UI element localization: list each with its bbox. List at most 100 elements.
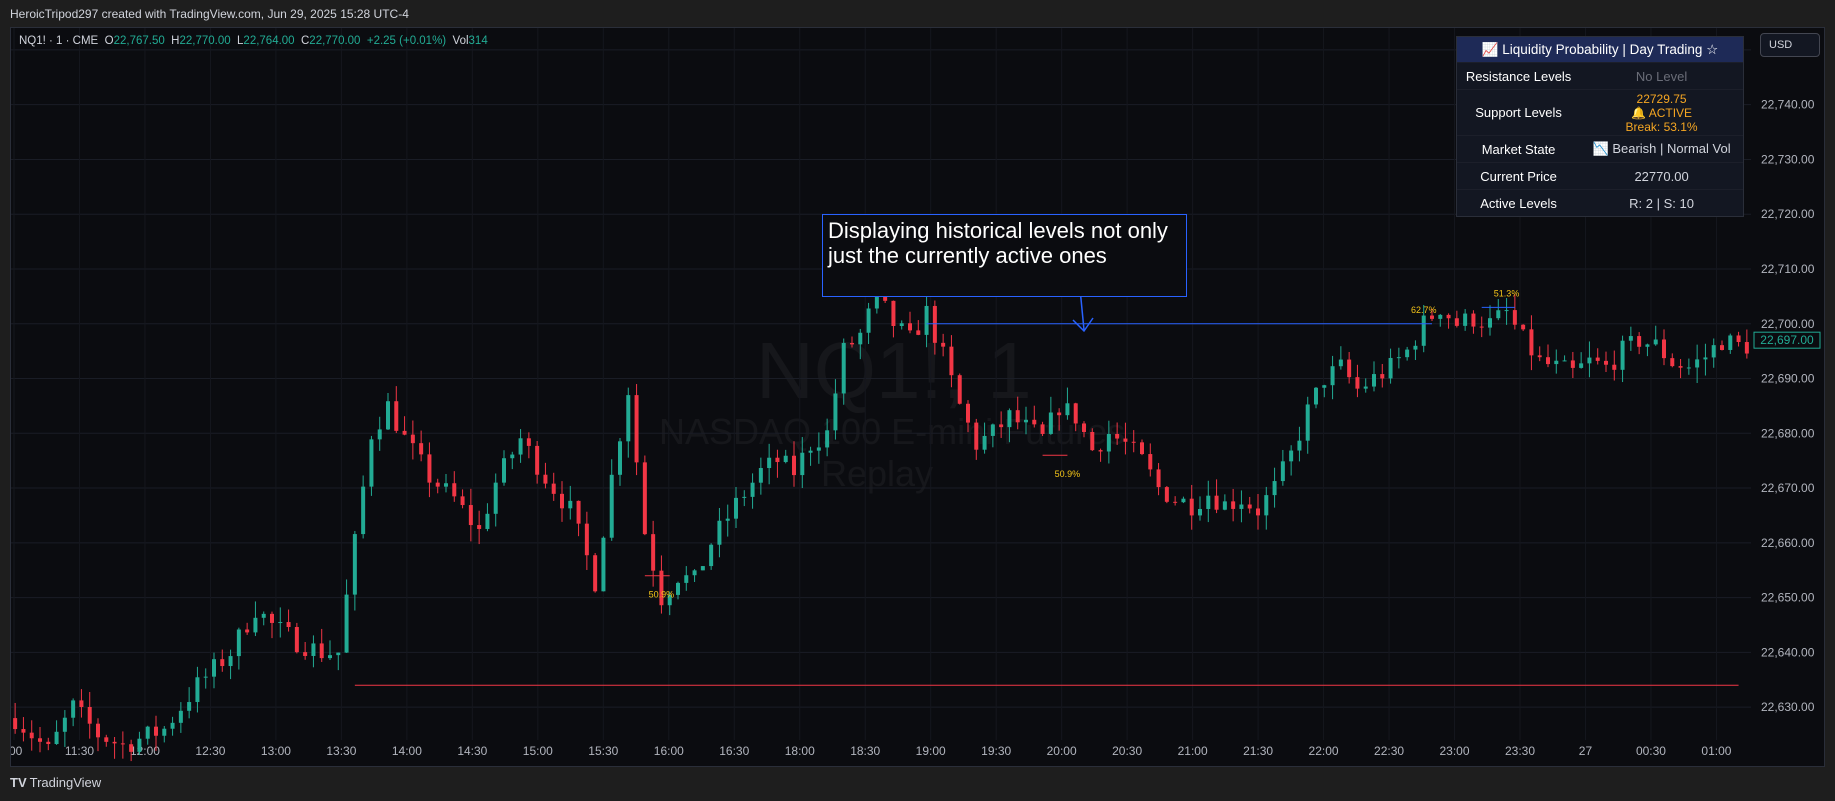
symbol-label[interactable]: NQ1! · 1 · CME (19, 35, 98, 47)
candle-body (1347, 359, 1352, 378)
table-row-active-levels: Active Levels R: 2 | S: 10 (1457, 189, 1743, 216)
candle-body (1156, 469, 1161, 488)
candle-body (145, 726, 150, 739)
candle-body (1330, 366, 1335, 386)
x-tick-label: 01:00 (1701, 744, 1731, 758)
annotation-callout[interactable]: Displaying historical levels not only ju… (822, 214, 1187, 297)
candle-body (361, 486, 366, 535)
support-price: 22729.75 (1636, 91, 1687, 106)
candle-body (104, 737, 109, 742)
candle-body (825, 430, 830, 448)
candle-body (87, 706, 92, 724)
candle-body (38, 738, 42, 742)
candle-body (1214, 495, 1219, 510)
level-probability-label: 50.9% (649, 590, 675, 600)
row-value: No Level (1635, 68, 1688, 84)
x-tick-label: 12:30 (195, 744, 225, 758)
candle-body (1620, 340, 1625, 370)
y-tick-label: 22,630.00 (1761, 700, 1815, 714)
candle-body (1537, 355, 1542, 358)
x-tick-label: 14:00 (392, 744, 422, 758)
x-tick-label: 18:30 (850, 744, 880, 758)
candle-body (700, 566, 705, 571)
candle-body (1471, 313, 1476, 327)
x-tick-label: 16:00 (654, 744, 684, 758)
candle-body (1595, 357, 1600, 361)
candle-body (949, 346, 954, 376)
candle-body (1380, 374, 1385, 379)
candle-body (13, 718, 18, 730)
candle-body (1140, 442, 1144, 455)
candle-body (112, 741, 117, 744)
candle-body (502, 458, 506, 483)
candle-body (468, 505, 473, 526)
y-tick-label: 22,670.00 (1761, 481, 1815, 495)
liquidity-table: 📈 Liquidity Probability | Day Trading ☆ … (1456, 36, 1744, 217)
candle-body (1007, 410, 1012, 428)
high-value: 22,770.00 (179, 35, 231, 47)
candle-body (477, 525, 482, 529)
candle-body (1314, 387, 1318, 405)
row-label: Active Levels (1480, 195, 1557, 211)
x-tick-label: 11:30 (65, 744, 94, 758)
candle-body (535, 445, 540, 475)
candle-body (1115, 433, 1120, 439)
tv-logo-icon: TV (10, 775, 27, 790)
candle-body (1040, 424, 1045, 434)
candle-body (1662, 339, 1666, 359)
candle-body (634, 395, 639, 463)
candle-body (1198, 508, 1202, 516)
candle-body (1488, 318, 1492, 328)
x-tick-label: 22:00 (1309, 744, 1339, 758)
candle-body (328, 655, 332, 659)
candle-body (1123, 438, 1128, 442)
candle-body (767, 457, 772, 469)
candle-body (999, 424, 1004, 428)
candle-body (344, 594, 349, 653)
candle-body (29, 732, 34, 739)
tradingview-logo[interactable]: TV TradingView (10, 775, 101, 790)
candle-body (1711, 345, 1716, 358)
candle-body (1736, 335, 1741, 343)
row-value: 22729.75 🔔 ACTIVE Break: 53.1% (1580, 92, 1743, 134)
candle-body (908, 323, 912, 331)
x-tick-label: 16:30 (719, 744, 749, 758)
candle-body (1264, 495, 1269, 516)
support-status: 🔔 ACTIVE (1631, 105, 1693, 120)
candle-body (584, 523, 589, 556)
candle-body (1355, 377, 1360, 389)
candle-body (1703, 357, 1708, 360)
candle-body (187, 702, 192, 711)
currency-button[interactable]: USD (1760, 33, 1820, 57)
candle-body (1206, 495, 1211, 509)
candle-body (352, 534, 357, 595)
x-tick-label: 22:30 (1374, 744, 1404, 758)
candle-body (137, 738, 142, 752)
candle-body (220, 659, 225, 667)
candle-body (850, 342, 854, 345)
candle-body (1645, 344, 1650, 347)
candle-body (551, 483, 556, 494)
row-value: R: 2 | S: 10 (1629, 195, 1694, 211)
candle-body (609, 474, 614, 538)
row-value: 📉 Bearish | Normal Vol (1592, 141, 1731, 156)
y-tick-label: 22,640.00 (1761, 645, 1815, 659)
y-tick-label: 22,660.00 (1761, 536, 1815, 550)
candle-body (336, 652, 341, 656)
candle-body (1570, 360, 1575, 368)
x-tick-label: 23:00 (1440, 744, 1470, 758)
tradingview-wordmark: TradingView (29, 775, 102, 790)
candle-body (692, 570, 697, 576)
candle-body (286, 622, 291, 628)
candle-body (1372, 374, 1376, 387)
level-probability-label: 62.7% (1411, 305, 1437, 315)
y-tick-label: 22,650.00 (1761, 591, 1815, 605)
candle-body (1744, 342, 1749, 354)
candle-body (212, 659, 216, 677)
candle-body (1098, 450, 1103, 452)
low-value: 22,764.00 (243, 35, 295, 47)
candle-body (858, 332, 863, 345)
candle-body (319, 643, 324, 659)
x-tick-label: 13:00 (261, 744, 291, 758)
candle-body (808, 450, 813, 453)
